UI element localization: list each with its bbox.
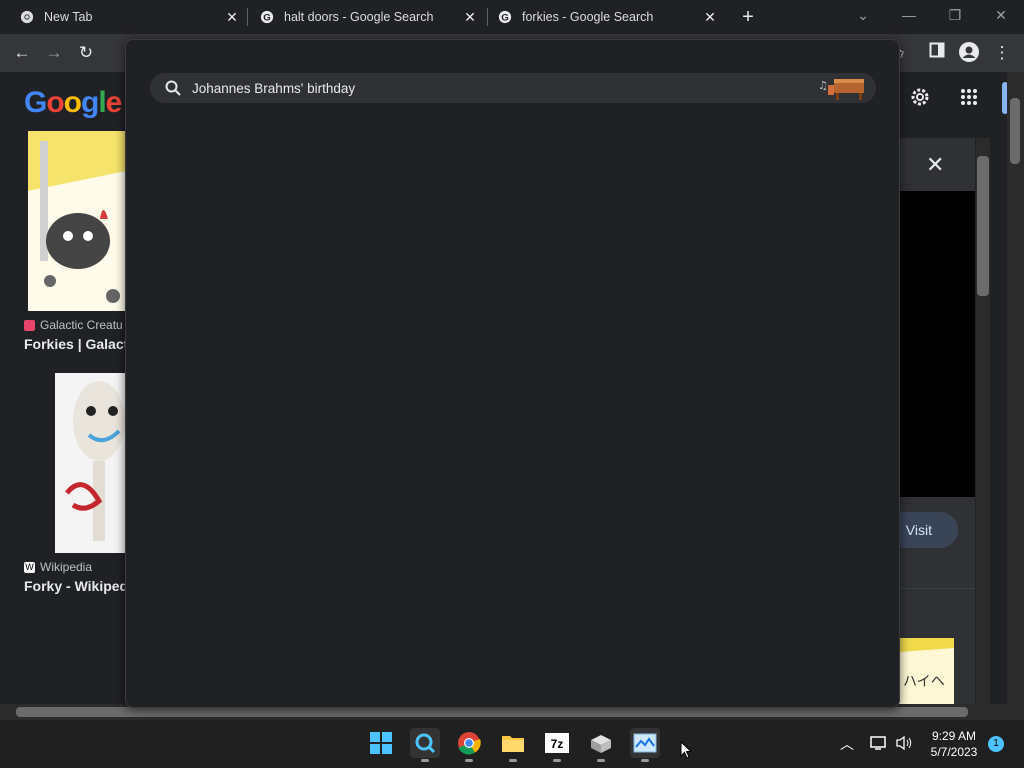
running-indicator xyxy=(509,759,517,762)
panel-scrollbar-thumb[interactable] xyxy=(977,156,989,296)
tab-new-tab[interactable]: New Tab ✕ xyxy=(0,0,247,34)
new-tab-button[interactable]: + xyxy=(737,6,759,28)
svg-text:ハイヘ: ハイヘ xyxy=(903,674,945,690)
close-preview-icon[interactable]: ✕ xyxy=(926,152,944,178)
tray-overflow-icon[interactable]: ︿ xyxy=(840,734,854,754)
clock-time: 9:29 AM xyxy=(931,729,977,743)
google-icon: G xyxy=(260,10,274,24)
settings-gear-icon[interactable] xyxy=(909,86,931,108)
clock-date: 5/7/2023 xyxy=(930,745,978,759)
tab-title: New Tab xyxy=(44,10,93,24)
close-tab-icon[interactable]: ✕ xyxy=(224,9,240,25)
tab-title: forkies - Google Search xyxy=(522,10,654,24)
page-scrollbar-thumb[interactable] xyxy=(1010,98,1020,164)
running-indicator xyxy=(421,759,429,762)
result-image[interactable] xyxy=(28,131,126,311)
result-image[interactable] xyxy=(55,373,126,553)
related-image[interactable]: ハイヘ xyxy=(899,638,954,704)
running-indicator xyxy=(597,759,605,762)
running-indicator xyxy=(641,759,649,762)
doodle-piano-icon[interactable]: ♫ xyxy=(816,75,870,101)
network-icon[interactable] xyxy=(870,735,888,756)
result-title[interactable]: Forkies | Galacti xyxy=(24,336,132,352)
page-scrollbar[interactable] xyxy=(1007,72,1024,704)
minimize-icon[interactable]: — xyxy=(899,5,919,25)
svg-text:G: G xyxy=(501,13,508,24)
photo-app-icon[interactable] xyxy=(630,728,660,762)
chrome-icon xyxy=(20,10,34,24)
search-icon[interactable] xyxy=(410,728,440,762)
google-logo[interactable]: Google xyxy=(24,86,122,120)
app-icon[interactable] xyxy=(586,728,616,762)
chrome-icon[interactable] xyxy=(454,728,484,762)
result-source[interactable]: W Wikipedia xyxy=(24,560,92,574)
running-indicator xyxy=(553,759,561,762)
omnibox-popup: ♫ xyxy=(125,39,900,708)
reload-icon[interactable]: ↻ xyxy=(75,42,97,64)
site-favicon-icon xyxy=(24,319,35,331)
chrome-menu-icon[interactable]: ⋮ xyxy=(991,42,1013,64)
windows-start-icon[interactable] xyxy=(366,728,396,758)
close-tab-icon[interactable]: ✕ xyxy=(702,9,718,25)
windows-taskbar: 7z ︿ 9:29 AM 5/7/2023 xyxy=(0,720,1024,768)
wikipedia-icon: W xyxy=(24,561,35,573)
system-clock[interactable]: 9:29 AM 5/7/2023 xyxy=(920,728,988,760)
profile-icon[interactable] xyxy=(958,42,980,64)
back-icon[interactable]: ← xyxy=(11,42,33,64)
address-bar[interactable]: ♫ xyxy=(150,73,876,103)
file-explorer-icon[interactable] xyxy=(498,728,528,762)
close-tab-icon[interactable]: ✕ xyxy=(462,9,478,25)
tab-strip: New Tab ✕ G halt doors - Google Search ✕… xyxy=(0,0,1024,34)
7zip-icon[interactable]: 7z xyxy=(542,728,572,762)
google-icon: G xyxy=(498,10,512,24)
result-title[interactable]: Forky - Wikipedi xyxy=(24,578,132,594)
svg-text:G: G xyxy=(263,13,270,24)
result-source[interactable]: Galactic Creatu xyxy=(24,318,123,332)
notification-badge[interactable]: 1 xyxy=(988,736,1004,752)
search-icon xyxy=(165,80,181,96)
volume-icon[interactable] xyxy=(895,735,913,756)
window-close-icon[interactable]: ✕ xyxy=(991,5,1011,25)
divider xyxy=(899,588,975,589)
google-apps-icon[interactable] xyxy=(960,88,978,106)
preview-image[interactable] xyxy=(899,191,975,497)
side-panel-icon[interactable] xyxy=(926,42,948,64)
mouse-cursor-icon xyxy=(680,741,692,759)
svg-text:7z: 7z xyxy=(551,737,564,751)
tab-forkies[interactable]: G forkies - Google Search ✕ xyxy=(478,0,726,34)
horizontal-scrollbar-thumb[interactable] xyxy=(16,707,968,717)
running-indicator xyxy=(465,759,473,762)
address-input[interactable] xyxy=(192,80,792,96)
tab-search-icon[interactable]: ⌄ xyxy=(853,5,873,25)
forward-icon[interactable]: → xyxy=(43,42,65,64)
tab-title: halt doors - Google Search xyxy=(284,10,434,24)
restore-icon[interactable]: ❐ xyxy=(945,5,965,25)
svg-text:♫: ♫ xyxy=(818,79,828,92)
tab-halt-doors[interactable]: G halt doors - Google Search ✕ xyxy=(240,0,486,34)
